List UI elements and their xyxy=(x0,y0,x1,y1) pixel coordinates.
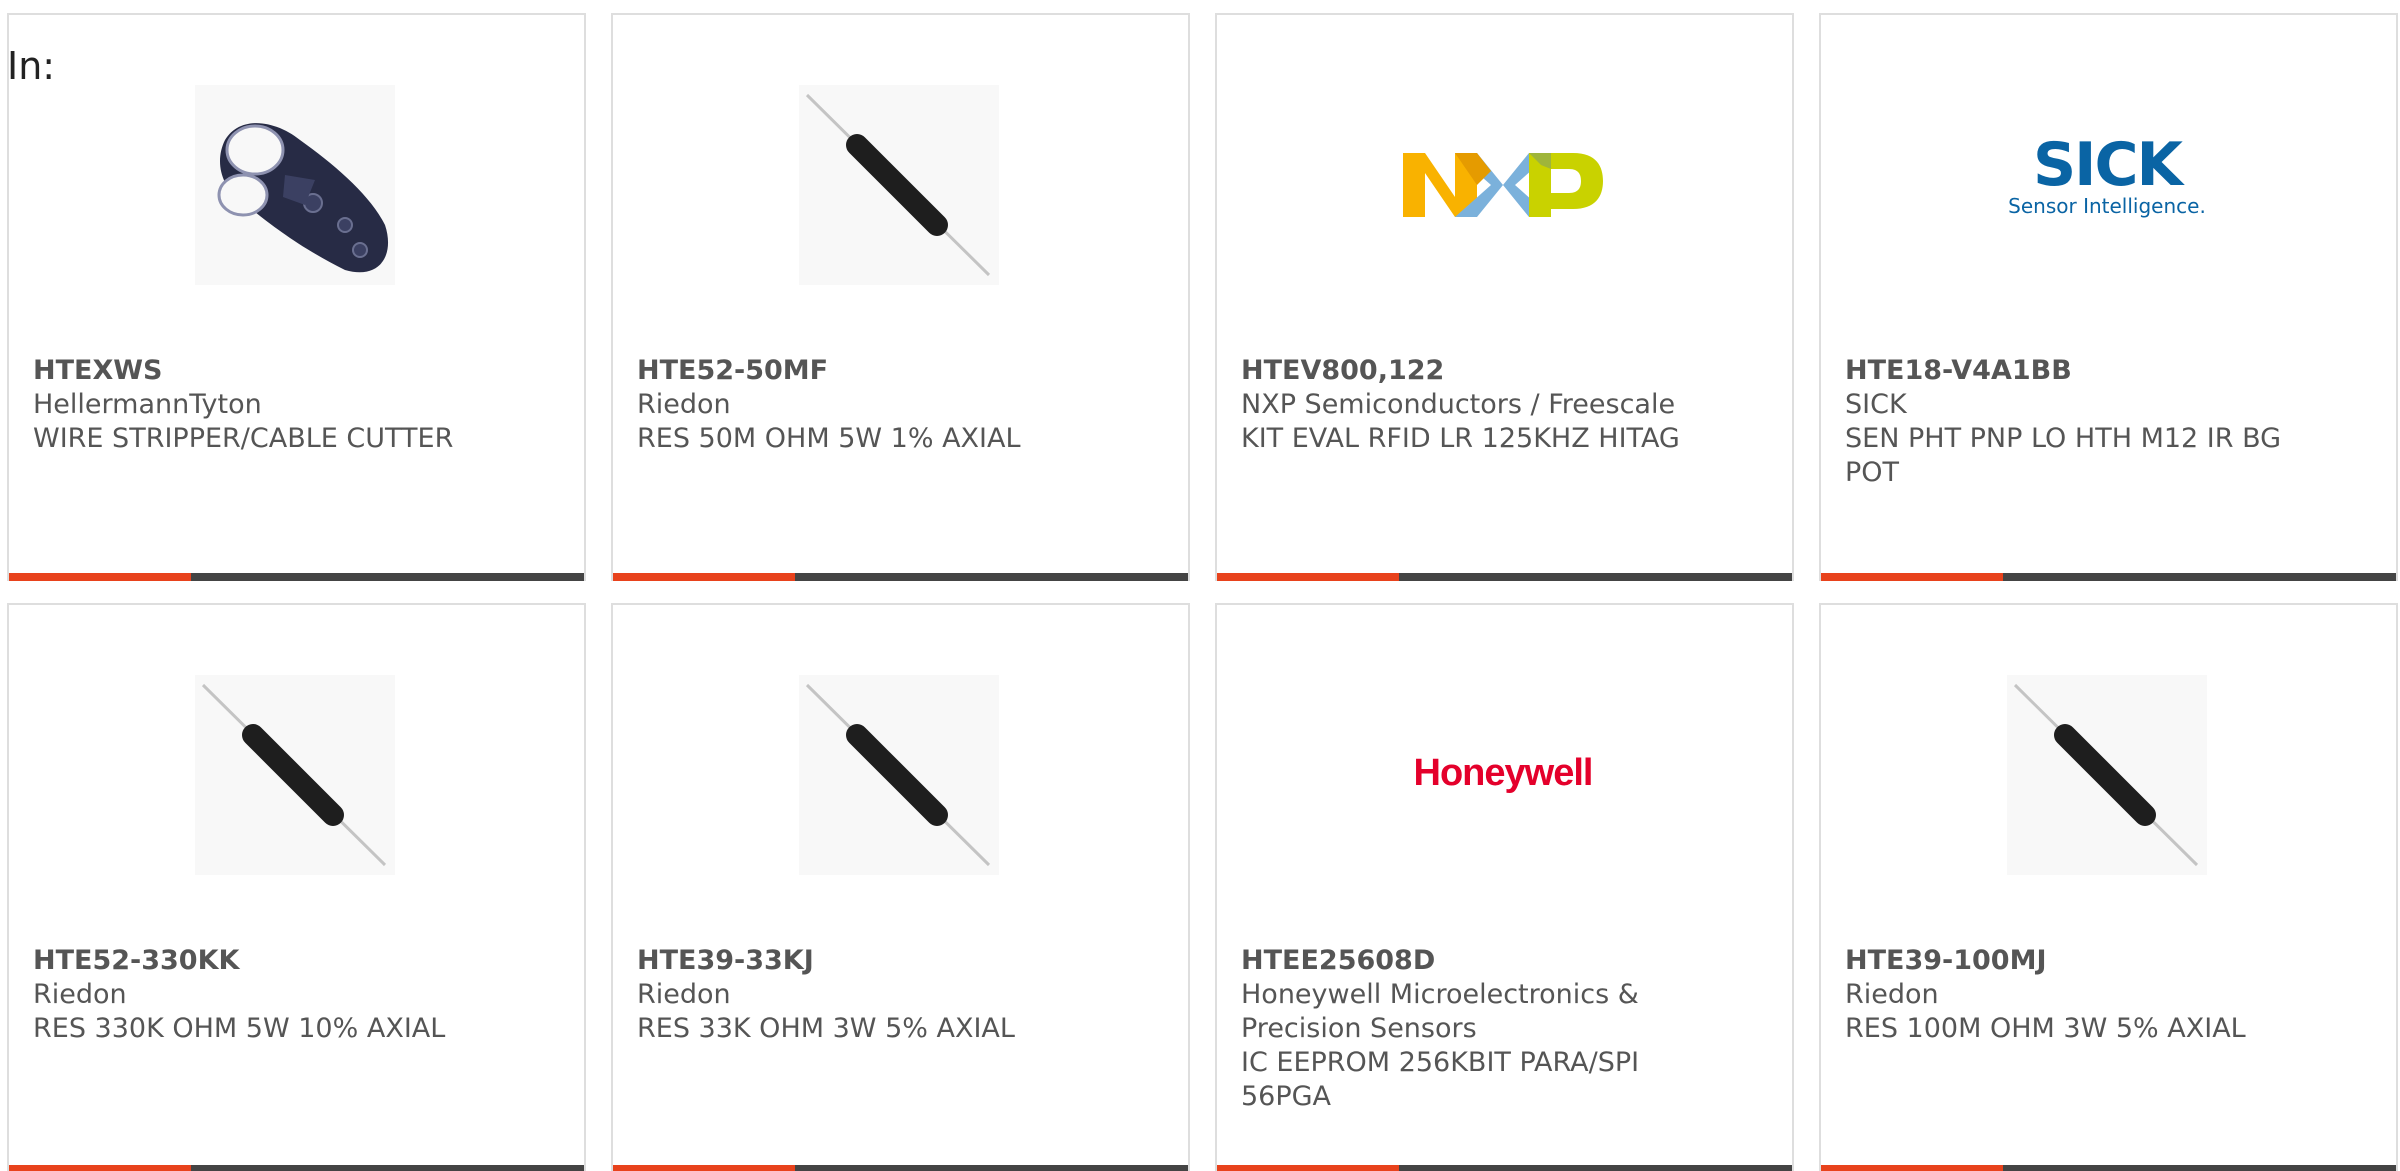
description: WIRE STRIPPER/CABLE CUTTER xyxy=(33,423,454,454)
product-info: HTEV800,122 NXP Semiconductors / Freesca… xyxy=(1241,354,1681,456)
product-info: HTE39-33KJ Riedon RES 33K OHM 3W 5% AXIA… xyxy=(637,944,1077,1046)
product-info: HTE39-100MJ Riedon RES 100M OHM 3W 5% AX… xyxy=(1845,944,2285,1046)
product-image[interactable]: Honeywell xyxy=(1403,675,1603,875)
product-image[interactable] xyxy=(195,675,395,875)
manufacturer: Riedon xyxy=(1845,979,1939,1010)
card-bar-accent xyxy=(1821,573,2003,581)
part-number[interactable]: HTEE25608D xyxy=(1241,944,1681,978)
resistor-icon xyxy=(195,675,395,875)
product-image[interactable]: SICK Sensor Intelligence. xyxy=(2007,85,2207,285)
product-card[interactable]: HTE39-100MJ Riedon RES 100M OHM 3W 5% AX… xyxy=(1819,603,2398,1171)
description: SEN PHT PNP LO HTH M12 IR BG POT xyxy=(1845,423,2282,488)
description: RES 100M OHM 3W 5% AXIAL xyxy=(1845,1013,2246,1044)
part-number[interactable]: HTE52-50MF xyxy=(637,354,1077,388)
card-bar xyxy=(9,573,584,581)
product-card[interactable]: HTEV800,122 NXP Semiconductors / Freesca… xyxy=(1215,13,1794,581)
svg-text:SICK: SICK xyxy=(2033,130,2186,200)
part-number[interactable]: HTE52-330KK xyxy=(33,944,473,978)
card-bar xyxy=(613,1165,1188,1171)
card-bar-accent xyxy=(1821,1165,2003,1171)
manufacturer: HellermannTyton xyxy=(33,389,262,420)
card-bar xyxy=(613,573,1188,581)
description: IC EEPROM 256KBIT PARA/SPI 56PGA xyxy=(1241,1047,1640,1112)
card-bar-accent xyxy=(613,1165,795,1171)
card-bar xyxy=(1217,1165,1792,1171)
description: RES 50M OHM 5W 1% AXIAL xyxy=(637,423,1021,454)
svg-text:Sensor Intelligence.: Sensor Intelligence. xyxy=(2008,194,2206,218)
resistor-icon xyxy=(799,675,999,875)
product-card[interactable]: HTE52-330KK Riedon RES 330K OHM 5W 10% A… xyxy=(7,603,586,1171)
product-image[interactable] xyxy=(1403,85,1603,285)
part-number[interactable]: HTE39-33KJ xyxy=(637,944,1077,978)
manufacturer: NXP Semiconductors / Freescale xyxy=(1241,389,1676,420)
product-info: HTEXWS HellermannTyton WIRE STRIPPER/CAB… xyxy=(33,354,473,456)
product-info: HTE18-V4A1BB SICK SEN PHT PNP LO HTH M12… xyxy=(1845,354,2285,490)
product-card[interactable]: Honeywell HTEE25608D Honeywell Microelec… xyxy=(1215,603,1794,1171)
description: RES 330K OHM 5W 10% AXIAL xyxy=(33,1013,446,1044)
product-info: HTE52-50MF Riedon RES 50M OHM 5W 1% AXIA… xyxy=(637,354,1077,456)
card-bar-accent xyxy=(9,573,191,581)
card-bar-accent xyxy=(1217,1165,1399,1171)
manufacturer: Honeywell Microelectronics & Precision S… xyxy=(1241,979,1639,1044)
product-card[interactable]: SICK Sensor Intelligence. HTE18-V4A1BB S… xyxy=(1819,13,2398,581)
manufacturer: SICK xyxy=(1845,389,1907,420)
card-bar xyxy=(1821,573,2396,581)
card-bar xyxy=(1217,573,1792,581)
part-number[interactable]: HTEV800,122 xyxy=(1241,354,1681,388)
manufacturer: Riedon xyxy=(33,979,127,1010)
product-card[interactable]: HTE39-33KJ Riedon RES 33K OHM 3W 5% AXIA… xyxy=(611,603,1190,1171)
card-bar-accent xyxy=(9,1165,191,1171)
page-label: In: xyxy=(7,44,56,88)
card-bar xyxy=(9,1165,584,1171)
card-bar-accent xyxy=(1217,573,1399,581)
product-image[interactable] xyxy=(799,85,999,285)
product-image[interactable] xyxy=(799,675,999,875)
nxp-logo-icon xyxy=(1403,153,1603,217)
manufacturer: Riedon xyxy=(637,979,731,1010)
sick-logo-icon: SICK Sensor Intelligence. xyxy=(2008,130,2206,218)
part-number[interactable]: HTEXWS xyxy=(33,354,473,388)
product-card[interactable]: HTEXWS HellermannTyton WIRE STRIPPER/CAB… xyxy=(7,13,586,581)
card-bar xyxy=(1821,1165,2396,1171)
part-number[interactable]: HTE39-100MJ xyxy=(1845,944,2285,978)
product-card[interactable]: HTE52-50MF Riedon RES 50M OHM 5W 1% AXIA… xyxy=(611,13,1190,581)
resistor-icon xyxy=(799,85,999,285)
description: RES 33K OHM 3W 5% AXIAL xyxy=(637,1013,1015,1044)
product-info: HTE52-330KK Riedon RES 330K OHM 5W 10% A… xyxy=(33,944,473,1046)
wire-stripper-icon xyxy=(195,85,395,285)
resistor-icon xyxy=(2007,675,2207,875)
part-number[interactable]: HTE18-V4A1BB xyxy=(1845,354,2285,388)
product-image[interactable] xyxy=(195,85,395,285)
manufacturer: Riedon xyxy=(637,389,731,420)
description: KIT EVAL RFID LR 125KHZ HITAG xyxy=(1241,423,1680,454)
product-info: HTEE25608D Honeywell Microelectronics & … xyxy=(1241,944,1681,1114)
honeywell-logo-icon: Honeywell xyxy=(1414,752,1594,794)
product-image[interactable] xyxy=(2007,675,2207,875)
card-bar-accent xyxy=(613,573,795,581)
svg-text:Honeywell: Honeywell xyxy=(1414,752,1593,794)
